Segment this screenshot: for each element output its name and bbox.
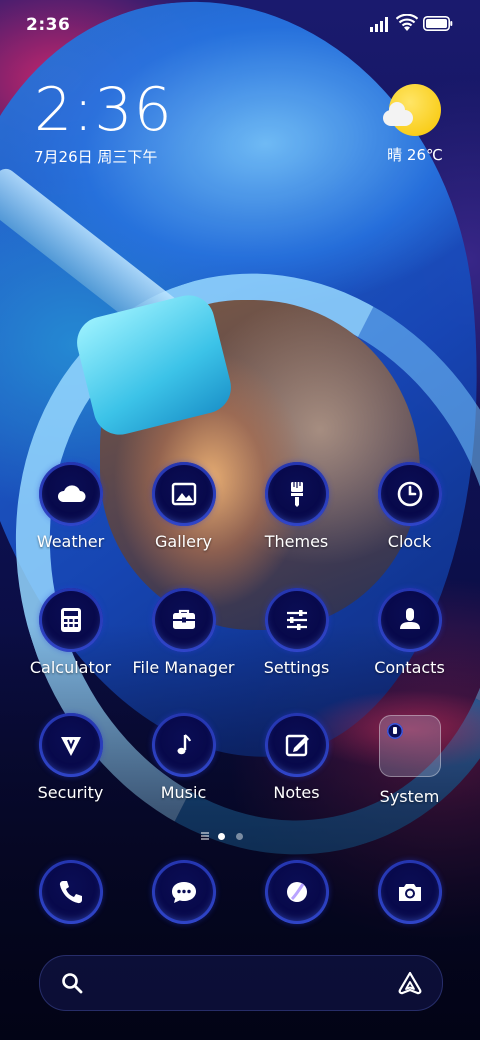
page-dot-active: [218, 833, 225, 840]
assistant-icon[interactable]: [396, 969, 424, 997]
weather-widget[interactable]: 晴 26℃: [380, 84, 450, 165]
image-icon: [151, 462, 216, 526]
app-label: Gallery: [155, 532, 212, 551]
phone-icon: [38, 860, 103, 924]
weather-text: 晴 26℃: [387, 146, 443, 164]
person-icon: [377, 588, 442, 652]
dock-phone[interactable]: [14, 860, 127, 924]
cloud-icon: [38, 462, 103, 526]
app-label: Contacts: [374, 658, 445, 677]
edit-note-icon: [264, 713, 329, 777]
browser-icon: [264, 860, 329, 924]
app-label: Notes: [273, 783, 320, 802]
app-system-folder[interactable]: System: [353, 713, 466, 806]
sunny-partly-cloudy-icon: [383, 84, 441, 136]
app-label: Themes: [264, 532, 329, 551]
wifi-icon: [396, 14, 418, 31]
app-label: Calculator: [29, 658, 112, 677]
signal-icon: [370, 17, 388, 32]
status-time: 2:36: [26, 15, 71, 35]
page-dot: [236, 833, 243, 840]
camera-icon: [377, 860, 442, 924]
status-bar: 2:36: [0, 0, 480, 50]
app-themes[interactable]: Themes: [240, 462, 353, 551]
folder-icon: [378, 715, 441, 777]
dock-browser[interactable]: [240, 860, 353, 924]
clock-date: 7月26日 周三下午: [34, 148, 158, 166]
paintbrush-icon: [264, 462, 329, 526]
clock-icon: [377, 462, 442, 526]
app-label: Clock: [387, 532, 432, 551]
app-label: Security: [37, 783, 104, 802]
app-security[interactable]: Security: [14, 713, 127, 802]
app-label: System: [379, 787, 440, 806]
app-weather[interactable]: Weather: [14, 462, 127, 551]
app-label: Weather: [36, 532, 105, 551]
page-indicator[interactable]: [0, 830, 480, 842]
app-clock[interactable]: Clock: [353, 462, 466, 551]
dock-camera[interactable]: [353, 860, 466, 924]
app-settings[interactable]: Settings: [240, 588, 353, 677]
calculator-icon: [38, 588, 103, 652]
app-music[interactable]: Music: [127, 713, 240, 802]
clock-time: 2:36: [34, 75, 173, 145]
app-calculator[interactable]: Calculator: [14, 588, 127, 677]
search-icon[interactable]: [60, 971, 84, 995]
shield-icon: [38, 713, 103, 777]
clock-widget[interactable]: 2:36 7月26日 周三下午: [34, 78, 173, 167]
dock-messages[interactable]: [127, 860, 240, 924]
app-label: Settings: [263, 658, 330, 677]
battery-icon: [423, 16, 453, 31]
app-file-manager[interactable]: File Manager: [127, 588, 240, 677]
app-label: File Manager: [132, 658, 235, 677]
app-notes[interactable]: Notes: [240, 713, 353, 802]
page-list-icon: [201, 832, 209, 840]
music-note-icon: [151, 713, 216, 777]
app-label: Music: [160, 783, 207, 802]
message-icon: [151, 860, 216, 924]
app-contacts[interactable]: Contacts: [353, 588, 466, 677]
app-gallery[interactable]: Gallery: [127, 462, 240, 551]
sliders-icon: [264, 588, 329, 652]
search-bar[interactable]: [39, 955, 443, 1011]
briefcase-icon: [151, 588, 216, 652]
